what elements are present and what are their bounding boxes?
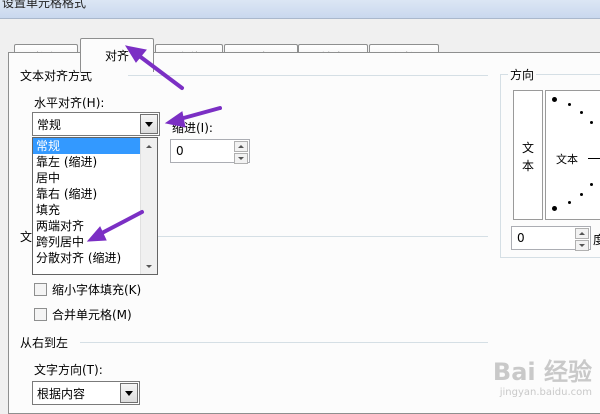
section-title-text-control: 文 [20, 230, 33, 244]
watermark-sub: jingyan.baidu.com [499, 387, 592, 398]
scroll-down-button[interactable] [141, 258, 157, 274]
dial-mark [552, 206, 557, 211]
shrink-to-fit-label: 缩小字体填充(K) [52, 283, 142, 297]
section-title-rtl: 从右到左 [20, 336, 69, 350]
section-divider [158, 236, 488, 237]
chevron-down-icon [238, 157, 244, 160]
degrees-suffix: 度 [593, 233, 600, 247]
watermark-main: Bai 经验 [492, 358, 592, 386]
horizontal-alignment-select[interactable]: 常规 [32, 112, 160, 136]
spin-down-button[interactable] [234, 153, 248, 164]
text-direction-select[interactable]: 根据内容 [32, 381, 140, 405]
spin-down-button[interactable] [575, 240, 589, 251]
horizontal-alignment-dropdown[interactable]: 常规 靠左 (缩进) 居中 靠右 (缩进) 填充 两端对齐 跨列居中 分散对齐 … [32, 137, 158, 275]
chevron-down-icon [146, 264, 152, 268]
option-fill[interactable]: 填充 [33, 202, 140, 218]
section-title-orientation: 方向 [508, 66, 537, 83]
merge-cells-label: 合并单元格(M) [52, 308, 132, 322]
chevron-down-icon [125, 390, 133, 396]
option-center[interactable]: 居中 [33, 170, 140, 186]
horizontal-alignment-label: 水平对齐(H): [34, 96, 105, 110]
option-center-across-selection[interactable]: 跨列居中 [33, 234, 140, 250]
dial-mark [590, 121, 593, 124]
tab-alignment[interactable]: 对齐 [80, 38, 154, 72]
dial-mark [568, 103, 571, 106]
indent-value: 0 [176, 144, 184, 158]
tab-strip: 数字 对齐 字体 边框 填充 保护 [0, 18, 600, 72]
dial-mark [580, 111, 583, 114]
option-left-indent[interactable]: 靠左 (缩进) [33, 154, 140, 170]
indent-spinner[interactable]: 0 [170, 139, 250, 164]
dial-mark [552, 97, 557, 102]
dial-text: 文本 [556, 153, 578, 166]
text-direction-label: 文字方向(T): [34, 363, 103, 377]
chevron-down-icon [579, 244, 585, 247]
spin-up-button[interactable] [575, 228, 589, 239]
spin-up-button[interactable] [234, 141, 248, 152]
degrees-value: 0 [517, 231, 525, 245]
option-justify[interactable]: 两端对齐 [33, 218, 140, 234]
dial-mark [590, 183, 593, 186]
dial-mark [580, 193, 583, 196]
window-titlebar: 设置单元格格式 [0, 0, 600, 19]
vertical-text-button[interactable]: 文本 [513, 90, 543, 220]
shrink-to-fit-checkbox[interactable] [34, 283, 47, 296]
watermark: Bai 经验 jingyan.baidu.com [493, 352, 592, 398]
dropdown-button[interactable] [140, 114, 158, 134]
option-general[interactable]: 常规 [33, 138, 140, 154]
section-divider [128, 75, 488, 76]
chevron-up-icon [579, 232, 585, 235]
horizontal-alignment-value: 常规 [37, 118, 62, 132]
option-distributed-indent[interactable]: 分散对齐 (缩进) [33, 250, 140, 266]
section-divider [80, 342, 488, 343]
merge-cells-checkbox[interactable] [34, 308, 47, 321]
text-direction-value: 根据内容 [37, 387, 86, 401]
orientation-dial[interactable]: 文本 [545, 90, 600, 220]
scroll-up-button[interactable] [141, 138, 157, 154]
chevron-up-icon [146, 144, 152, 148]
dial-needle [588, 158, 600, 159]
dropdown-button[interactable] [120, 383, 138, 403]
degrees-spinner[interactable]: 0 [511, 226, 591, 251]
option-right-indent[interactable]: 靠右 (缩进) [33, 186, 140, 202]
chevron-up-icon [238, 145, 244, 148]
window-title: 设置单元格格式 [2, 0, 87, 10]
chevron-down-icon [145, 121, 153, 127]
dropdown-scrollbar[interactable] [140, 138, 157, 274]
vertical-text-label: 文本 [522, 141, 535, 173]
indent-label: 缩进(I): [172, 121, 213, 135]
dial-mark [568, 201, 571, 204]
